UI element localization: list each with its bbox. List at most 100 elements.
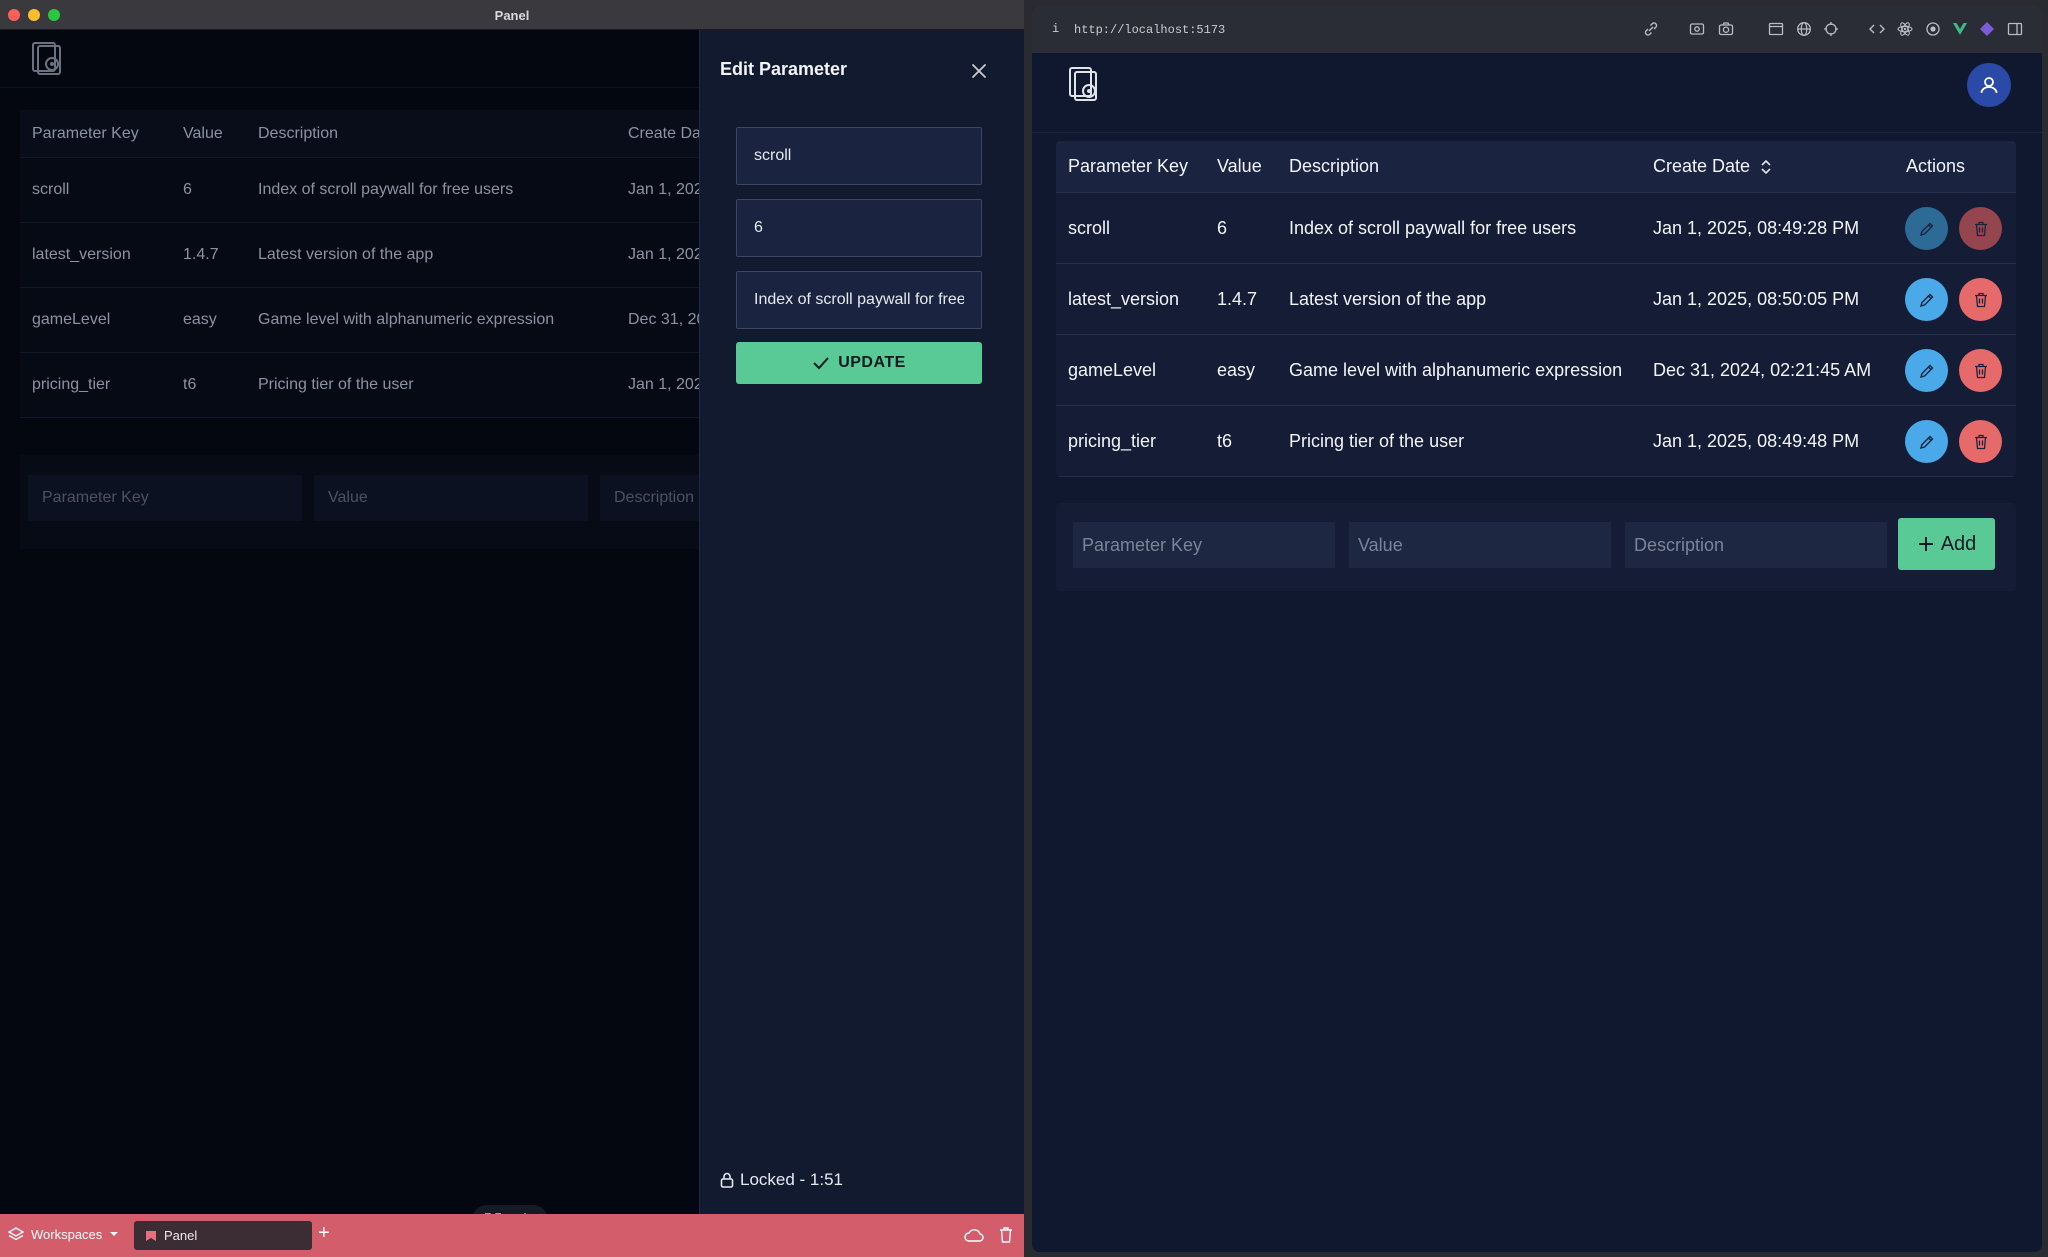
chevron-down-icon (110, 1232, 119, 1236)
table-row: pricing_tier t6 Pricing tier of the user… (1056, 406, 2016, 477)
crosshair-icon[interactable] (1823, 21, 1839, 37)
value-input[interactable]: Value (314, 475, 588, 521)
extension-purple-icon[interactable] (1979, 21, 1995, 37)
pencil-icon (1919, 293, 1933, 307)
vue-devtools-icon[interactable] (1952, 21, 1968, 37)
add-parameter-form: Parameter Key Value Description (20, 455, 874, 549)
record-icon[interactable] (1925, 21, 1941, 37)
table-header-row: Parameter Key Value Description Create D… (1056, 141, 2016, 193)
url-address[interactable]: http://localhost:5173 (1074, 23, 1225, 37)
site-info-icon[interactable]: i (1052, 22, 1059, 36)
cell-key: gameLevel (32, 311, 111, 328)
delete-button[interactable] (1959, 278, 2002, 321)
app-header (0, 30, 700, 88)
sidebar-toggle-icon[interactable] (2007, 21, 2023, 37)
pencil-icon (1919, 222, 1933, 236)
delete-button[interactable] (1959, 207, 2002, 250)
edit-button[interactable] (1905, 207, 1948, 250)
edit-key-field[interactable] (736, 127, 982, 185)
cell-description: Pricing tier of the user (258, 376, 414, 393)
table-row: scroll 6 Index of scroll paywall for fre… (20, 158, 703, 223)
cell-date: Jan 1, 202 (628, 246, 703, 263)
cell-date: Jan 1, 2025, 08:49:28 PM (1653, 217, 1860, 238)
cell-description: Latest version of the app (1289, 288, 1487, 309)
cell-description: Index of scroll paywall for free users (258, 181, 514, 198)
header-value: Value (1217, 156, 1262, 176)
cell-key: latest_version (32, 246, 131, 263)
edit-value-field[interactable] (736, 199, 982, 257)
header-actions: Actions (1906, 156, 1966, 176)
window-icon[interactable] (1768, 21, 1784, 37)
header-value: Value (183, 124, 223, 142)
globe-icon[interactable] (1796, 21, 1812, 37)
react-icon[interactable] (1897, 21, 1913, 37)
header-create-date: Create Da (628, 124, 701, 142)
cell-value: 1.4.7 (183, 246, 219, 263)
camera-icon[interactable] (1718, 21, 1734, 37)
update-button-label: UPDATE (838, 354, 906, 371)
edit-parameter-drawer: Edit Parameter UPDATE Locked - 1:51 (699, 30, 1024, 1214)
window-titlebar: Panel (0, 0, 1024, 30)
close-icon (972, 64, 986, 78)
left-window: Panel Parameter Key Value Description Cr… (0, 0, 1024, 1257)
trash-icon (1974, 292, 1987, 307)
close-drawer-button[interactable] (966, 58, 992, 84)
lock-icon (720, 1172, 734, 1188)
cell-date: Dec 31, 2024, 02:21:45 AM (1653, 359, 1872, 380)
cell-value: easy (1217, 359, 1256, 380)
new-tab-button[interactable]: + (318, 1222, 330, 1245)
cell-description: Index of scroll paywall for free users (1289, 217, 1577, 238)
cell-date: Jan 1, 2025, 08:50:05 PM (1653, 288, 1860, 309)
cell-value: 6 (1217, 217, 1228, 238)
cloud-icon[interactable] (964, 1228, 984, 1242)
right-window: i http://localhost:5173 Parameter Key Va… (1024, 0, 2048, 1257)
cell-value: t6 (183, 376, 197, 393)
header-create-date[interactable]: Create Date (1653, 141, 1772, 192)
header-description: Description (1289, 156, 1380, 176)
cell-value: 6 (183, 181, 192, 198)
code-icon[interactable] (1869, 21, 1885, 37)
lock-status: Locked - 1:51 (720, 1170, 843, 1190)
cell-value: t6 (1217, 430, 1233, 451)
cell-value: easy (183, 311, 217, 328)
edit-button[interactable] (1905, 349, 1948, 392)
edit-button[interactable] (1905, 278, 1948, 321)
cell-description: Game level with alphanumeric expression (1289, 359, 1623, 380)
edit-button[interactable] (1905, 420, 1948, 463)
delete-button[interactable] (1959, 420, 2002, 463)
taskbar: Workspaces Panel + (0, 1214, 1024, 1257)
parameter-key-input[interactable]: Parameter Key (28, 475, 302, 521)
trash-icon[interactable] (999, 1227, 1013, 1243)
add-button-label: Add (1940, 532, 1977, 555)
table-row: latest_version 1.4.7 Latest version of t… (1056, 264, 2016, 335)
value-input[interactable] (1349, 522, 1611, 568)
cell-key: pricing_tier (1068, 430, 1157, 451)
cell-key: latest_version (1068, 288, 1180, 309)
update-button[interactable]: UPDATE (736, 342, 982, 384)
cell-description: Latest version of the app (258, 246, 434, 263)
trash-icon (1974, 434, 1987, 449)
parameter-key-input[interactable] (1073, 522, 1335, 568)
header-parameter-key: Parameter Key (32, 124, 139, 142)
screenshot-icon[interactable] (1689, 21, 1705, 37)
trash-icon (1974, 221, 1987, 236)
app-logo-icon (32, 42, 61, 75)
trash-icon (1974, 363, 1987, 378)
link-icon[interactable] (1643, 21, 1659, 37)
cell-value: 1.4.7 (1217, 288, 1258, 309)
parameters-table: Parameter Key Value Description Create D… (20, 110, 705, 418)
edit-description-field[interactable] (736, 271, 982, 329)
add-button[interactable]: Add (1898, 518, 1995, 570)
user-avatar-button[interactable] (1967, 63, 2011, 107)
pencil-icon (1919, 364, 1933, 378)
workspaces-menu[interactable]: Workspaces (8, 1226, 119, 1242)
delete-button[interactable] (1959, 349, 2002, 392)
cell-description: Pricing tier of the user (1289, 430, 1465, 451)
description-input[interactable] (1625, 522, 1887, 568)
check-icon (813, 357, 829, 370)
cell-key: scroll (1068, 217, 1111, 238)
cell-key: pricing_tier (32, 376, 111, 393)
cell-description: Game level with alphanumeric expression (258, 311, 555, 328)
taskbar-tab-panel[interactable]: Panel (134, 1221, 312, 1250)
sort-icon[interactable] (1760, 159, 1772, 175)
